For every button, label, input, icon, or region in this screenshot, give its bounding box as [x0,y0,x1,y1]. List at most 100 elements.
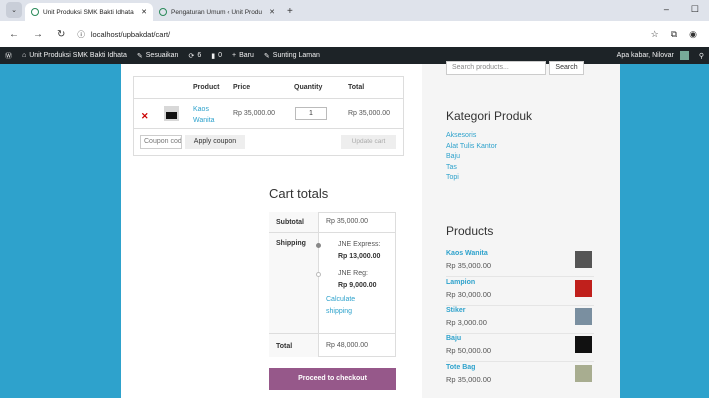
product-image[interactable] [575,308,592,325]
category-link[interactable]: Baju [446,152,497,163]
item-price: Rp 35,000.00 [233,110,276,117]
totals-label-column [269,212,319,357]
extensions-icon[interactable]: ⧉ [671,29,677,40]
search-button[interactable]: Search [549,61,584,75]
tab-title: Unit Produksi SMK Bakti Idhata [43,8,134,16]
product-name-link[interactable]: Kaos Wanita [193,104,223,126]
calculate-shipping-link[interactable]: Calculate shipping [326,294,355,318]
brush-icon: ✎ [136,52,143,60]
item-total: Rp 35,000.00 [348,110,391,117]
admin-comments-link[interactable]: ▮ 0 [206,47,227,64]
apply-coupon-button[interactable]: Apply coupon [185,135,245,149]
site-favicon-icon [159,8,167,16]
divider [133,98,404,99]
shipping-label: Shipping [276,240,306,247]
product-price: Rp 3,000.00 [446,318,487,327]
subtotal-value: Rp 35,000.00 [326,218,369,225]
admin-customize-link[interactable]: ✎ Sesuaikan [132,47,184,64]
avatar [679,51,689,60]
product-price: Rp 30,000.00 [446,290,492,299]
forward-icon[interactable]: → [33,29,43,40]
admin-search-icon[interactable]: ⚲ [694,47,709,64]
restore-button[interactable]: ☐ [691,4,699,15]
profile-icon[interactable]: ◉ [689,29,697,40]
category-link[interactable]: Aksesoris [446,131,497,142]
close-tab-icon[interactable]: ✕ [141,8,147,16]
minimize-button[interactable]: – [664,4,669,15]
product-link[interactable]: Lampion [446,279,475,286]
product-image[interactable] [575,365,592,382]
total-value: Rp 48,000.00 [326,342,369,349]
shipping-radio-jne-express[interactable] [316,243,321,248]
close-tab-icon[interactable]: ✕ [269,8,275,16]
product-link[interactable]: Tote Bag [446,364,475,371]
category-link[interactable]: Topi [446,173,497,184]
subtotal-label: Subtotal [276,219,304,226]
window-controls: – ☐ [664,4,699,15]
site-info-icon[interactable]: ⓘ [77,29,85,40]
products-heading: Products [446,224,494,238]
new-tab-button[interactable]: + [287,6,293,17]
update-cart-button[interactable]: Update cart [341,135,396,149]
browser-tab-bar: ⌄ Unit Produksi SMK Bakti Idhata ✕ Penga… [0,0,709,21]
product-widget-item[interactable]: Baju Rp 50,000.00 [446,335,594,362]
comment-icon: ▮ [211,52,216,60]
back-icon[interactable]: ← [9,29,19,40]
product-price: Rp 35,000.00 [446,375,492,384]
address-bar: ← → ↻ ⓘ localhost/upbakdat/cart/ ☆ ⧉ ◉ [0,21,709,47]
column-header-quantity: Quantity [294,84,323,91]
column-header-product: Product [193,84,220,91]
category-link[interactable]: Tas [446,163,497,174]
search-input[interactable]: Search products... [446,61,546,75]
admin-edit-page-link[interactable]: ✎ Sunting Laman [259,47,325,64]
column-header-total: Total [348,84,365,91]
divider [133,128,404,129]
divider [269,232,396,233]
product-link[interactable]: Baju [446,335,461,342]
proceed-to-checkout-button[interactable]: Proceed to checkout [269,368,396,390]
browser-tab[interactable]: Pengaturan Umum ‹ Unit Produ ✕ [153,3,281,21]
product-widget-item[interactable]: Stiker Rp 3,000.00 [446,307,594,334]
cart-totals-title: Cart totals [269,186,329,201]
admin-site-link[interactable]: ⌂ Unit Produksi SMK Bakti Idhata [17,47,132,64]
product-price: Rp 50,000.00 [446,346,492,355]
wp-admin-bar: Ⓦ ⌂ Unit Produksi SMK Bakti Idhata ✎ Sesua… [0,47,709,64]
site-favicon-icon [31,8,39,16]
total-label: Total [276,343,293,350]
divider [269,333,396,334]
product-widget-item[interactable]: Tote Bag Rp 35,000.00 [446,364,594,391]
shipping-option-jne-reg[interactable]: JNE Reg: Rp 9,000.00 [338,268,377,292]
product-link[interactable]: Stiker [446,307,465,314]
product-price: Rp 35,000.00 [446,261,492,270]
updates-icon: ⟳ [188,52,195,60]
coupon-input[interactable]: Coupon code [140,135,182,149]
shipping-radio-jne-reg[interactable] [316,272,321,277]
product-image[interactable] [575,251,592,268]
product-image[interactable] [575,336,592,353]
tab-title: Pengaturan Umum ‹ Unit Produ [171,8,263,16]
pencil-icon: ✎ [263,52,270,60]
product-link[interactable]: Kaos Wanita [446,250,488,257]
product-widget-item[interactable]: Lampion Rp 30,000.00 [446,279,594,306]
category-list: Aksesoris Alat Tulis Kantor Baju Tas Top… [446,131,497,184]
product-widget-item[interactable]: Kaos Wanita Rp 35,000.00 [446,250,594,277]
plus-icon: + [232,52,237,59]
browser-tab-active[interactable]: Unit Produksi SMK Bakti Idhata ✕ [25,3,153,21]
bookmark-star-icon[interactable]: ☆ [651,29,659,40]
wordpress-logo-icon[interactable]: Ⓦ [0,47,17,64]
product-image[interactable] [575,280,592,297]
remove-item-icon[interactable]: ✕ [141,111,149,122]
tab-search-icon[interactable]: ⌄ [6,2,22,18]
shipping-option-jne-express[interactable]: JNE Express: Rp 13,000.00 [338,239,380,263]
quantity-input[interactable]: 1 [295,107,327,120]
admin-account-link[interactable]: Apa kabar, Nilovar [612,47,694,64]
categories-heading: Kategori Produk [446,109,533,123]
home-icon: ⌂ [22,52,27,59]
url-field[interactable]: localhost/upbakdat/cart/ [91,30,170,39]
admin-new-link[interactable]: + Baru [227,47,259,64]
product-thumbnail[interactable] [164,106,179,121]
reload-icon[interactable]: ↻ [57,29,65,40]
column-header-price: Price [233,84,251,91]
category-link[interactable]: Alat Tulis Kantor [446,142,497,153]
admin-updates-link[interactable]: ⟳ 6 [183,47,206,64]
